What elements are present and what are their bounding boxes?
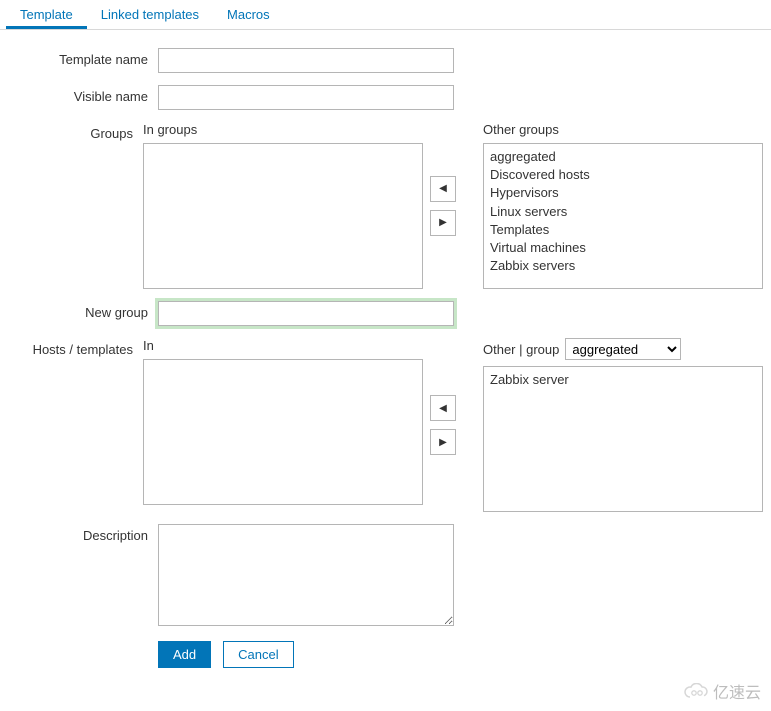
in-hosts-listbox[interactable] [143,359,423,505]
triangle-left-icon: ◀ [439,183,447,194]
label-template-name: Template name [8,48,158,67]
move-right-hosts-button[interactable]: ▶ [430,429,456,455]
label-groups: Groups [8,122,143,141]
template-name-input[interactable] [158,48,454,73]
label-other-group-pipe: Other | group [483,342,559,357]
list-item[interactable]: Zabbix server [490,371,756,389]
tab-template[interactable]: Template [6,0,87,29]
triangle-right-icon: ▶ [439,217,447,228]
list-item[interactable]: Hypervisors [490,184,756,202]
group-select[interactable]: aggregated [565,338,681,360]
new-group-input[interactable] [158,301,454,326]
other-groups-listbox[interactable]: aggregatedDiscovered hostsHypervisorsLin… [483,143,763,289]
list-item[interactable]: Zabbix servers [490,257,756,275]
move-left-groups-button[interactable]: ◀ [430,176,456,202]
tab-bar: Template Linked templates Macros [0,0,771,30]
template-form: Template name Visible name Groups In gro… [0,30,771,700]
label-other-groups: Other groups [483,122,763,137]
label-in-groups: In groups [143,122,423,137]
label-description: Description [8,524,158,543]
list-item[interactable]: Linux servers [490,203,756,221]
list-item[interactable]: Discovered hosts [490,166,756,184]
list-item[interactable]: aggregated [490,148,756,166]
triangle-right-icon: ▶ [439,437,447,448]
label-new-group: New group [8,301,158,320]
tab-macros[interactable]: Macros [213,0,284,29]
label-hosts-templates: Hosts / templates [8,338,143,357]
list-item[interactable]: Templates [490,221,756,239]
label-in-hosts: In [143,338,423,353]
cancel-button[interactable]: Cancel [223,641,293,668]
other-hosts-listbox[interactable]: Zabbix server [483,366,763,512]
in-groups-listbox[interactable] [143,143,423,289]
visible-name-input[interactable] [158,85,454,110]
tab-linked-templates[interactable]: Linked templates [87,0,213,29]
triangle-left-icon: ◀ [439,403,447,414]
move-right-groups-button[interactable]: ▶ [430,210,456,236]
add-button[interactable]: Add [158,641,211,668]
move-left-hosts-button[interactable]: ◀ [430,395,456,421]
list-item[interactable]: Virtual machines [490,239,756,257]
label-visible-name: Visible name [8,85,158,104]
description-textarea[interactable] [158,524,454,626]
